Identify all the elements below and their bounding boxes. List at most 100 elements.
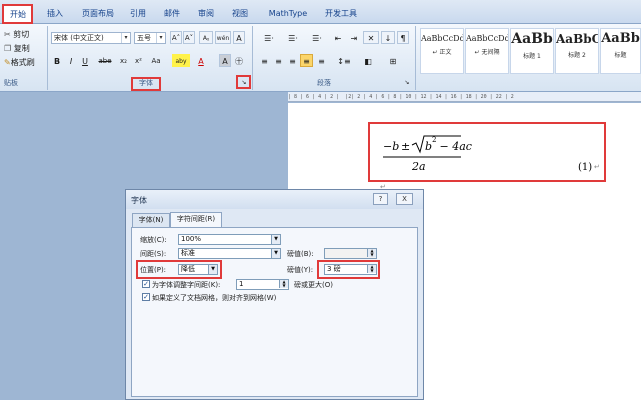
italic-button[interactable]: I: [65, 54, 77, 67]
style-name: 标题 1: [523, 53, 541, 60]
numbering-button[interactable]: ☰·: [282, 31, 304, 44]
close-button[interactable]: X: [396, 193, 413, 205]
align-left-icon: ≡: [261, 57, 268, 66]
kerning-spinner[interactable]: 1 ▲ ▼: [236, 279, 289, 290]
tab-review[interactable]: 审阅: [192, 5, 220, 23]
tab-font[interactable]: 字体(N): [132, 213, 170, 227]
grow-font-button[interactable]: A˄: [170, 31, 182, 44]
sort-button[interactable]: ↓: [381, 31, 395, 44]
char-shading-button[interactable]: A: [219, 54, 231, 67]
close-icon: X: [402, 195, 407, 203]
clipboard-group-label: 贴板: [4, 79, 18, 87]
kerning-label: 为字体调整字间距(K):: [152, 281, 221, 289]
group-separator: [252, 26, 253, 90]
tab-mathtype[interactable]: MathType: [262, 5, 314, 23]
snap-to-grid-label: 如果定义了文档网格，则对齐到网格(W): [152, 294, 277, 302]
change-case-button[interactable]: Aa: [148, 54, 164, 67]
style-name: ↵ 无间隔: [474, 49, 500, 56]
align-center-button[interactable]: ≡: [272, 54, 285, 67]
dialog-title: 字体: [131, 196, 147, 205]
tab-insert[interactable]: 插入: [40, 5, 70, 23]
distribute-button[interactable]: ≡: [315, 54, 328, 67]
multilevel-list-button[interactable]: ☰·: [306, 31, 328, 44]
tab-references[interactable]: 引用: [124, 5, 152, 23]
kerning-checkbox[interactable]: ✓: [142, 280, 150, 288]
underline-button[interactable]: U: [79, 54, 91, 67]
tab-page-layout[interactable]: 页面布局: [76, 5, 120, 23]
scale-label: 缩放(C):: [140, 236, 167, 244]
spacing-by-spinner[interactable]: ▲ ▼: [324, 248, 377, 259]
paragraph-dialog-launcher[interactable]: ↘: [402, 77, 412, 87]
chevron-down-icon[interactable]: ▼: [271, 235, 280, 244]
tab-mailings[interactable]: 邮件: [158, 5, 186, 23]
line-spacing-button[interactable]: ↕≡: [334, 54, 354, 67]
spacing-label: 间距(S):: [140, 250, 167, 258]
phonetic-guide-button[interactable]: wén: [215, 31, 231, 44]
char-border-button[interactable]: A: [233, 31, 245, 44]
ribbon: ✂ 剪切 ❐ 复制 ✎格式刷 贴板 宋体 (中文正文) ▾ 五号 ▾ A˄ A˅ A…: [0, 24, 641, 92]
paragraph-group-label: 段落: [317, 79, 331, 87]
subscript-button[interactable]: x₂: [117, 54, 130, 67]
chinese-layout-button[interactable]: ✕: [363, 31, 379, 44]
bullets-button[interactable]: ☰·: [258, 31, 280, 44]
chevron-down-icon[interactable]: ▾: [121, 33, 130, 43]
scale-value: 100%: [181, 235, 202, 243]
style-name: 标题: [614, 52, 627, 59]
superscript-button[interactable]: x²: [132, 54, 145, 67]
bold-button[interactable]: B: [51, 54, 63, 67]
indent-icon: ⇥: [350, 34, 358, 43]
copy-icon: ❐: [4, 44, 12, 53]
shrink-font-button[interactable]: A˅: [183, 31, 195, 44]
spin-down-icon[interactable]: ▼: [279, 284, 288, 288]
tab-developer[interactable]: 开发工具: [320, 5, 362, 23]
align-right-button[interactable]: ≡: [286, 54, 299, 67]
increase-indent-button[interactable]: ⇥: [347, 31, 361, 44]
font-size-combo[interactable]: 五号 ▾: [134, 32, 166, 44]
style-sample: AaBbCcDd: [421, 34, 463, 43]
font-color-button[interactable]: A: [195, 54, 207, 67]
help-button[interactable]: ?: [373, 193, 388, 205]
tab-character-spacing[interactable]: 字符间距(R): [170, 212, 222, 228]
borders-icon: ⊞: [389, 57, 397, 66]
align-left-button[interactable]: ≡: [258, 54, 271, 67]
scale-combo[interactable]: 100% ▼: [178, 234, 281, 245]
align-right-icon: ≡: [289, 57, 296, 66]
font-family-combo[interactable]: 宋体 (中文正文) ▾: [51, 32, 131, 44]
font-size-value: 五号: [137, 34, 151, 42]
equation-highlight: [368, 122, 606, 182]
chevron-down-icon[interactable]: ▾: [156, 33, 165, 43]
format-painter-button[interactable]: ✎格式刷: [3, 55, 45, 68]
ribbon-tab-bar: 开始 插入 页面布局 引用 邮件 审阅 视图 MathType 开发工具: [0, 0, 641, 24]
copy-button[interactable]: ❐ 复制: [3, 41, 45, 54]
justify-icon: ≡: [303, 57, 310, 66]
shading-button[interactable]: ◧: [358, 54, 378, 67]
chevron-down-icon[interactable]: ▼: [271, 249, 280, 258]
outdent-icon: ⇤: [334, 34, 342, 43]
position-by-label: 磅值(Y):: [287, 266, 314, 274]
style-heading-2[interactable]: AaBbC 标题 2: [555, 28, 599, 74]
justify-button[interactable]: ≡: [300, 54, 313, 67]
copy-label: 复制: [13, 44, 30, 53]
style-normal[interactable]: AaBbCcDd ↵ 正文: [420, 28, 464, 74]
style-heading-1[interactable]: AaBb 标题 1: [510, 28, 554, 74]
dialog-titlebar[interactable]: 字体 ? X: [126, 190, 423, 209]
kerning-value: 1: [239, 280, 244, 288]
enclose-char-button[interactable]: ㊉: [233, 54, 245, 67]
horizontal-ruler[interactable]: | 8 | 6 | 4 | 2 | |2| 2 | 4 | 6 | 8 | 10…: [288, 92, 641, 102]
cut-button[interactable]: ✂ 剪切: [3, 27, 45, 40]
highlight-button[interactable]: aby: [172, 54, 190, 67]
spacing-by-label: 磅值(B):: [287, 250, 314, 258]
line-spacing-icon: ↕≡: [337, 57, 351, 66]
style-no-spacing[interactable]: AaBbCcDd ↵ 无间隔: [465, 28, 509, 74]
strikethrough-button[interactable]: abe: [96, 54, 114, 67]
clear-format-button[interactable]: Aᵪ: [199, 31, 213, 44]
tab-view[interactable]: 视图: [226, 5, 254, 23]
snap-to-grid-checkbox[interactable]: ✓: [142, 293, 150, 301]
show-marks-button[interactable]: ¶: [397, 31, 409, 44]
spin-down-icon[interactable]: ▼: [367, 253, 376, 257]
spacing-combo[interactable]: 标准 ▼: [178, 248, 281, 259]
font-group-highlight: [131, 77, 161, 91]
decrease-indent-button[interactable]: ⇤: [331, 31, 345, 44]
borders-button[interactable]: ⊞: [383, 54, 403, 67]
style-title[interactable]: AaBb 标题: [600, 28, 641, 74]
